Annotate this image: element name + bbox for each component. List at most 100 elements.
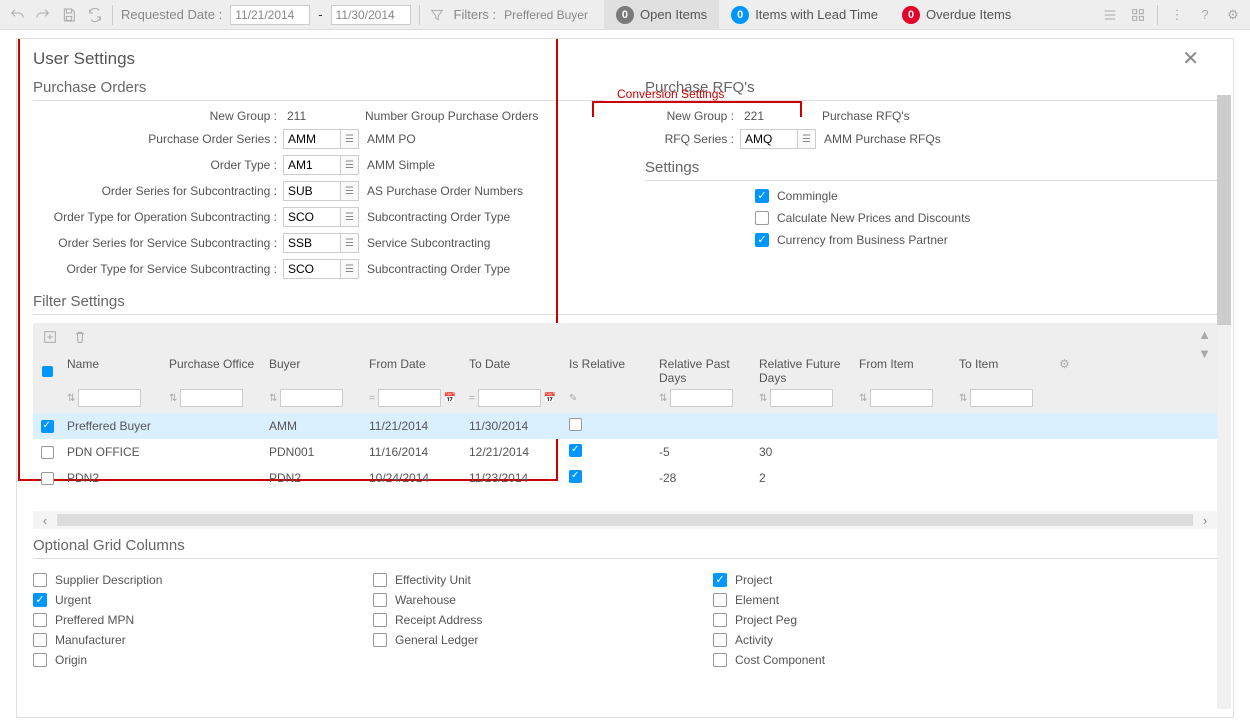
checkbox[interactable] — [33, 633, 47, 647]
checkbox[interactable] — [713, 633, 727, 647]
checkbox[interactable] — [33, 573, 47, 587]
column-filter-input[interactable] — [280, 389, 343, 407]
scroll-thumb[interactable] — [1217, 95, 1231, 325]
row-checkbox[interactable] — [41, 472, 54, 485]
help-icon[interactable]: ? — [1196, 6, 1214, 24]
checkbox[interactable] — [373, 593, 387, 607]
sort-icon[interactable]: ⇅ — [169, 393, 177, 404]
combo-input[interactable] — [283, 129, 341, 149]
lookup-icon[interactable]: ☰ — [341, 155, 359, 175]
column-header[interactable]: Buyer — [263, 351, 363, 389]
column-header[interactable]: From Date — [363, 351, 463, 389]
checkbox[interactable] — [373, 573, 387, 587]
row-checkbox[interactable] — [41, 446, 54, 459]
calendar-icon[interactable]: 📅 — [444, 393, 456, 404]
sort-icon[interactable]: ⇅ — [959, 393, 967, 404]
undo-icon[interactable] — [8, 6, 26, 24]
checkbox[interactable] — [373, 613, 387, 627]
arrow-up-icon[interactable]: ▲ — [1198, 327, 1211, 342]
horizontal-scrollbar[interactable]: ‹ › — [33, 511, 1217, 529]
checkbox[interactable] — [33, 613, 47, 627]
redo-icon[interactable] — [34, 6, 52, 24]
filter-icon[interactable] — [428, 6, 446, 24]
lookup-icon[interactable]: ☰ — [341, 129, 359, 149]
delete-row-icon[interactable] — [71, 328, 89, 346]
column-header[interactable]: From Item — [853, 351, 953, 389]
column-header[interactable]: To Date — [463, 351, 563, 389]
filter-row[interactable]: PDN2 PDN2 10/24/2014 11/23/2014 -28 2 — [33, 465, 1217, 491]
is-relative-checkbox[interactable] — [569, 444, 582, 457]
column-filter-input[interactable] — [378, 389, 441, 407]
combo-input[interactable] — [283, 207, 341, 227]
scroll-left-icon[interactable]: ‹ — [33, 513, 57, 528]
lookup-icon[interactable]: ☰ — [341, 259, 359, 279]
edit-filter-icon[interactable]: ✎ — [569, 393, 577, 404]
checkbox[interactable] — [713, 653, 727, 667]
add-row-icon[interactable] — [41, 328, 59, 346]
column-header[interactable]: Purchase Office — [163, 351, 263, 389]
lookup-icon[interactable]: ☰ — [341, 181, 359, 201]
column-filter-input[interactable] — [770, 389, 833, 407]
combo-input[interactable] — [740, 129, 798, 149]
refresh-icon[interactable] — [86, 6, 104, 24]
checkbox[interactable] — [713, 613, 727, 627]
scroll-right-icon[interactable]: › — [1193, 513, 1217, 528]
column-header[interactable]: Relative Future Days — [753, 351, 853, 389]
column-filter-input[interactable] — [970, 389, 1033, 407]
filter-op-icon[interactable]: = — [469, 393, 475, 404]
column-filter-input[interactable] — [478, 389, 541, 407]
grid-view-icon[interactable] — [1129, 6, 1147, 24]
lookup-icon[interactable]: ☰ — [798, 129, 816, 149]
column-filter-input[interactable] — [670, 389, 733, 407]
status-tab[interactable]: 0Overdue Items — [890, 0, 1023, 30]
sort-icon[interactable]: ⇅ — [67, 393, 75, 404]
column-header[interactable]: Relative Past Days — [653, 351, 753, 389]
checkbox[interactable] — [755, 211, 769, 225]
close-icon[interactable]: ✕ — [1182, 49, 1199, 69]
vertical-scrollbar[interactable] — [1217, 95, 1231, 709]
column-filter-input[interactable] — [870, 389, 933, 407]
checkbox[interactable] — [713, 573, 727, 587]
checkbox[interactable] — [33, 653, 47, 667]
status-tab[interactable]: 0Open Items — [604, 0, 719, 30]
select-all-header[interactable] — [33, 351, 61, 389]
scroll-track[interactable] — [57, 514, 1193, 526]
is-relative-checkbox[interactable] — [569, 418, 582, 431]
row-checkbox[interactable] — [41, 420, 54, 433]
column-header[interactable]: Name — [61, 351, 163, 389]
calendar-icon[interactable]: 📅 — [544, 393, 556, 404]
active-filter-name[interactable]: Preffered Buyer — [504, 8, 588, 22]
list-view-icon[interactable] — [1101, 6, 1119, 24]
grid-settings-icon[interactable]: ⚙ — [1053, 351, 1077, 389]
filter-op-icon[interactable]: = — [369, 393, 375, 404]
filter-row[interactable]: Preffered Buyer AMM 11/21/2014 11/30/201… — [33, 413, 1217, 439]
combo-input[interactable] — [283, 233, 341, 253]
grid-reorder-arrows[interactable]: ▲▼ — [1198, 327, 1211, 361]
save-icon[interactable] — [60, 6, 78, 24]
lookup-icon[interactable]: ☰ — [341, 207, 359, 227]
more-icon[interactable]: ⋮ — [1168, 6, 1186, 24]
sort-icon[interactable]: ⇅ — [269, 393, 277, 404]
is-relative-checkbox[interactable] — [569, 470, 582, 483]
sort-icon[interactable]: ⇅ — [659, 393, 667, 404]
column-filter-input[interactable] — [78, 389, 141, 407]
checkbox[interactable] — [33, 593, 47, 607]
column-header[interactable]: To Item — [953, 351, 1053, 389]
combo-input[interactable] — [283, 181, 341, 201]
sort-icon[interactable]: ⇅ — [759, 393, 767, 404]
combo-input[interactable] — [283, 155, 341, 175]
filter-row[interactable]: PDN OFFICE PDN001 11/16/2014 12/21/2014 … — [33, 439, 1217, 465]
checkbox[interactable] — [755, 233, 769, 247]
checkbox[interactable] — [373, 633, 387, 647]
column-header[interactable]: Is Relative — [563, 351, 653, 389]
date-to-input[interactable] — [331, 5, 411, 25]
arrow-down-icon[interactable]: ▼ — [1198, 346, 1211, 361]
date-from-input[interactable] — [230, 5, 310, 25]
gear-icon[interactable]: ⚙ — [1224, 6, 1242, 24]
checkbox[interactable] — [713, 593, 727, 607]
sort-icon[interactable]: ⇅ — [859, 393, 867, 404]
combo-input[interactable] — [283, 259, 341, 279]
status-tab[interactable]: 0Items with Lead Time — [719, 0, 890, 30]
checkbox[interactable] — [755, 189, 769, 203]
column-filter-input[interactable] — [180, 389, 243, 407]
